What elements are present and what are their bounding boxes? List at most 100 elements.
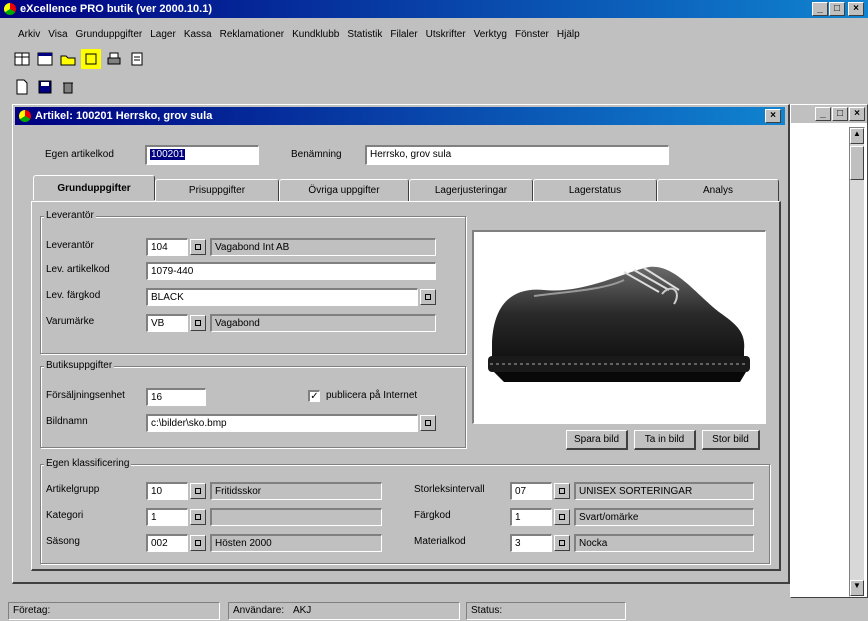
tab-5[interactable]: Analys (657, 179, 779, 201)
folder-icon[interactable] (58, 49, 78, 69)
grid-icon[interactable] (12, 49, 32, 69)
scroll-up-icon[interactable]: ▲ (850, 128, 864, 144)
store-group-label: Butiksuppgifter (44, 360, 115, 371)
name-input[interactable]: Herrsko, grov sula (365, 145, 669, 165)
highlight-icon[interactable] (81, 49, 101, 69)
menu-item-9[interactable]: Utskrifter (426, 29, 466, 40)
new-document-icon[interactable] (12, 77, 32, 97)
menu-item-3[interactable]: Lager (150, 29, 176, 40)
menu-item-8[interactable]: Filaler (390, 29, 417, 40)
article-title-bar[interactable]: Artikel: 100201 Herrsko, grov sula × (15, 107, 785, 125)
tab-2[interactable]: Övriga uppgifter (279, 179, 409, 201)
right-lookup-button-2[interactable] (554, 535, 570, 551)
right-lookup-button-0[interactable] (554, 483, 570, 499)
right-code-input-1[interactable]: 1 (510, 508, 552, 526)
lookup-icon (425, 420, 431, 426)
delete-icon[interactable] (58, 77, 78, 97)
supplier-group (40, 216, 466, 354)
menu-item-2[interactable]: Grunduppgifter (76, 29, 143, 40)
menu-item-6[interactable]: Kundklubb (292, 29, 339, 40)
close-button[interactable]: × (848, 2, 864, 16)
left-name-field-1 (210, 508, 382, 526)
vertical-scrollbar[interactable]: ▲ ▼ (849, 127, 865, 597)
window-icon[interactable] (35, 49, 55, 69)
left-lookup-button-0[interactable] (190, 483, 206, 499)
publish-checkbox[interactable]: ✓ (308, 390, 320, 402)
art-code-input[interactable]: 1079-440 (146, 262, 436, 280)
left-code-input-0[interactable]: 10 (146, 482, 188, 500)
supplier-lookup-button[interactable] (190, 239, 206, 255)
bg-close-button[interactable]: × (849, 107, 865, 121)
bg-maximize-button[interactable]: □ (832, 107, 848, 121)
menu-item-12[interactable]: Hjälp (557, 29, 580, 40)
article-close-button[interactable]: × (765, 109, 781, 123)
right-lookup-button-1[interactable] (554, 509, 570, 525)
classification-group-label: Egen klassificering (44, 458, 132, 469)
menu-item-11[interactable]: Fönster (515, 29, 549, 40)
report-icon[interactable] (127, 49, 147, 69)
store-group (40, 366, 466, 448)
article-code-input[interactable]: 100201 (145, 145, 259, 165)
user-value: AKJ (292, 605, 312, 616)
brand-code-input[interactable]: VB (146, 314, 188, 332)
left-lookup-button-2[interactable] (190, 535, 206, 551)
scroll-down-icon[interactable]: ▼ (850, 580, 864, 596)
maximize-button[interactable]: □ (829, 2, 845, 16)
background-window: _ □ × ▲ ▼ (790, 104, 868, 598)
menu-item-5[interactable]: Reklamationer (220, 29, 284, 40)
tab-4[interactable]: Lagerstatus (533, 179, 657, 201)
scroll-thumb[interactable] (850, 146, 864, 180)
color-lookup-button[interactable] (420, 289, 436, 305)
shoe-image (488, 266, 750, 382)
lookup-icon (559, 488, 565, 494)
supplier-group-label: Leverantör (44, 210, 96, 221)
supplier-code-input[interactable]: 104 (146, 238, 188, 256)
right-code-input-0[interactable]: 07 (510, 482, 552, 500)
check-icon: ✓ (310, 391, 319, 402)
status-bar: Företag: Användare: AKJ Status: (0, 600, 868, 621)
article-logo-icon (19, 110, 31, 122)
menu-item-10[interactable]: Verktyg (474, 29, 507, 40)
status-cell: Status: (466, 602, 626, 620)
color-code-label: Lev. färgkod (46, 290, 101, 301)
minimize-button[interactable]: _ (812, 2, 828, 16)
menu-bar: Arkiv Visa Grunduppgifter Lager Kassa Reklama… (18, 26, 588, 42)
status-label: Status: (471, 605, 503, 616)
tab-3[interactable]: Lagerjusteringar (409, 179, 533, 201)
lookup-icon (425, 294, 431, 300)
image-browse-button[interactable] (420, 415, 436, 431)
lookup-icon (195, 514, 201, 520)
lookup-icon (195, 320, 201, 326)
bg-minimize-button[interactable]: _ (815, 107, 831, 121)
tab-strip: Grunduppgifter Prisuppgifter Övriga uppgif… (33, 175, 779, 203)
right-code-input-2[interactable]: 3 (510, 534, 552, 552)
app-title-bar[interactable]: eXcellence PRO butik (ver 2000.10.1) _ □… (0, 0, 868, 18)
left-code-input-2[interactable]: 002 (146, 534, 188, 552)
tab-0[interactable]: Grunduppgifter (33, 175, 155, 200)
company-label: Företag: (13, 605, 51, 616)
article-title: Artikel: 100201 Herrsko, grov sula (35, 110, 213, 122)
color-code-input[interactable]: BLACK (146, 288, 418, 306)
brand-lookup-button[interactable] (190, 315, 206, 331)
menu-item-4[interactable]: Kassa (184, 29, 212, 40)
left-lookup-button-1[interactable] (190, 509, 206, 525)
image-button-2[interactable]: Stor bild (702, 430, 760, 450)
sales-unit-input[interactable]: 16 (146, 388, 206, 406)
printer-icon[interactable] (104, 49, 124, 69)
right-name-field-1: Svart/omärke (574, 508, 754, 526)
right-label-0: Storleksintervall (414, 484, 485, 495)
left-code-input-1[interactable]: 1 (146, 508, 188, 526)
toolbar-top (12, 48, 147, 70)
art-code-label: Lev. artikelkod (46, 264, 110, 275)
left-label-1: Kategori (46, 510, 84, 521)
image-name-input[interactable]: c:\bilder\sko.bmp (146, 414, 418, 432)
save-icon[interactable] (35, 77, 55, 97)
supplier-name-field: Vagabond Int AB (210, 238, 436, 256)
image-button-1[interactable]: Ta in bild (634, 430, 696, 450)
supplier-label: Leverantör (46, 240, 94, 251)
menu-item-0[interactable]: Arkiv (18, 29, 40, 40)
image-button-0[interactable]: Spara bild (566, 430, 628, 450)
tab-1[interactable]: Prisuppgifter (155, 179, 279, 201)
menu-item-1[interactable]: Visa (48, 29, 67, 40)
menu-item-7[interactable]: Statistik (347, 29, 382, 40)
